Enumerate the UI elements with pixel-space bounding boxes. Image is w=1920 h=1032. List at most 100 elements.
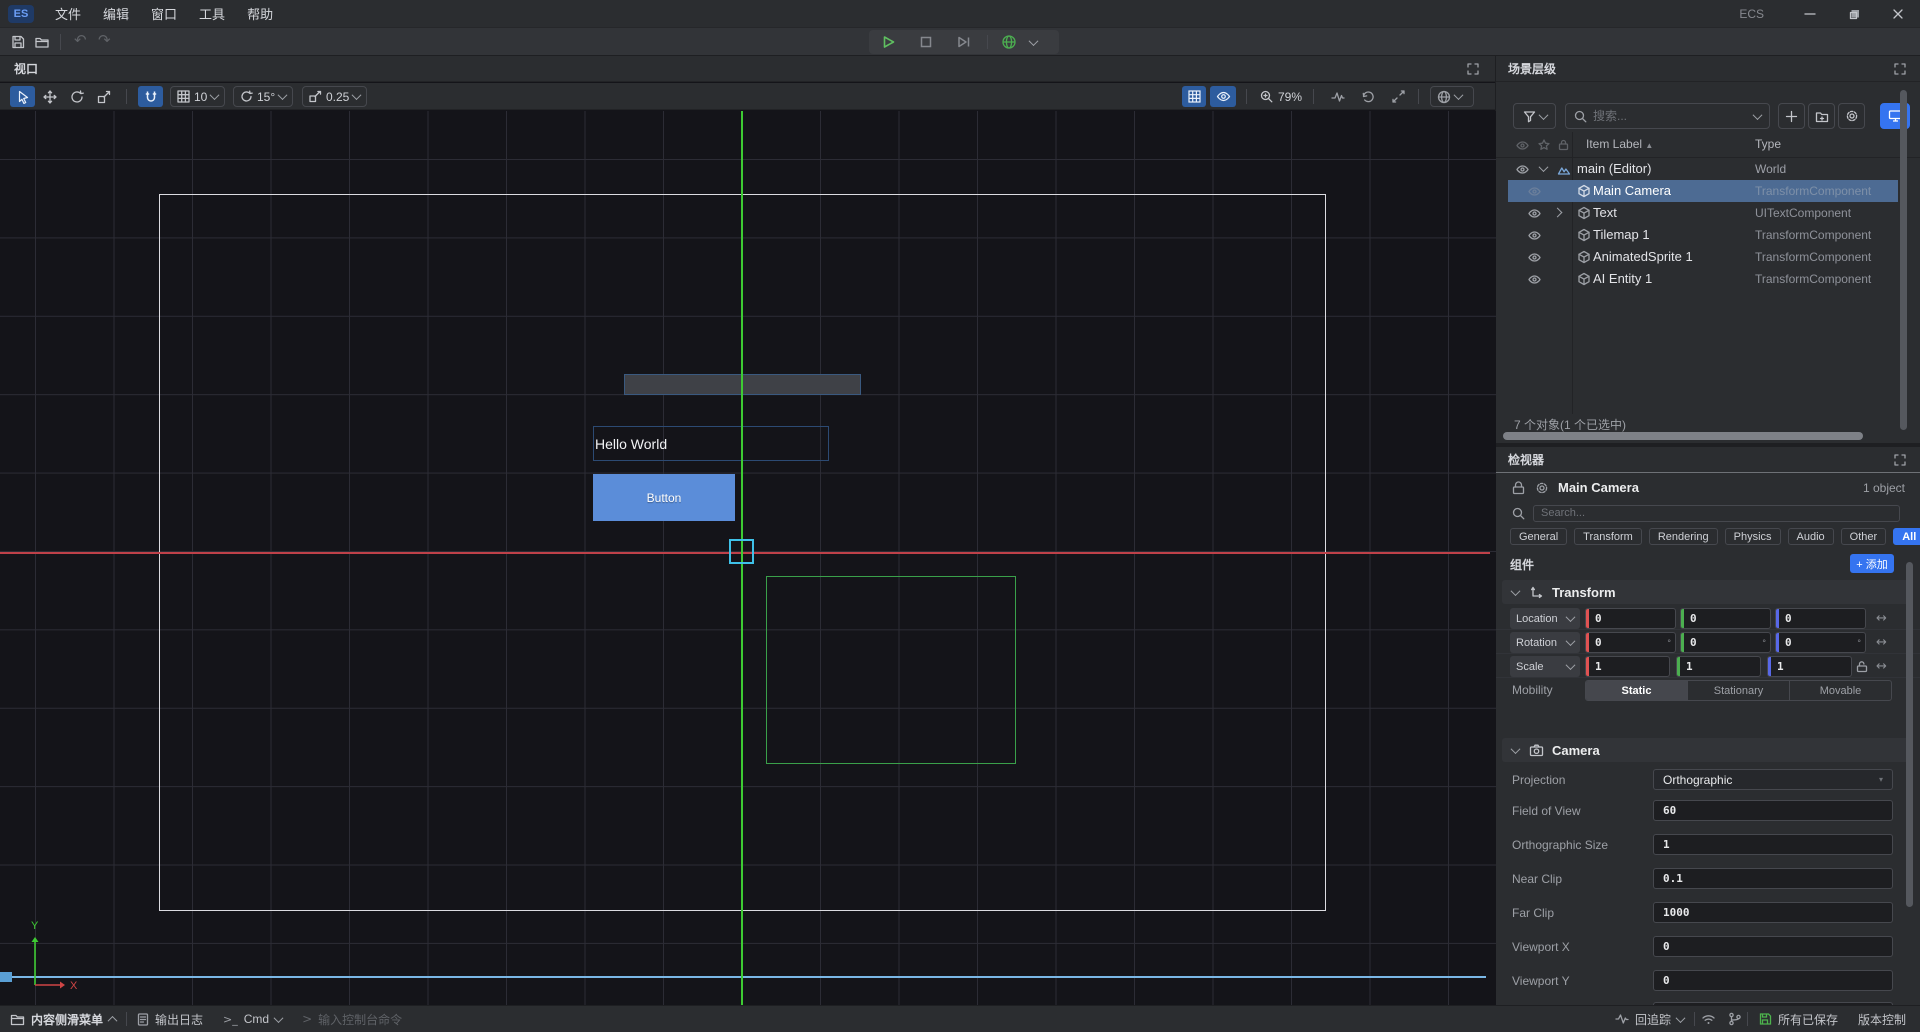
add-component-button[interactable]: + 添加 (1850, 554, 1894, 573)
new-folder-button[interactable] (1808, 103, 1835, 129)
grid-toggle-button[interactable] (1182, 86, 1206, 107)
cmd-dropdown[interactable]: >_ Cmd (213, 1006, 292, 1032)
hierarchy-search-input[interactable] (1593, 109, 1748, 123)
hierarchy-column-header[interactable]: Item Label ▲ Type (1496, 132, 1920, 158)
undo-icon[interactable]: ↶ (74, 31, 90, 47)
tab-transform[interactable]: Transform (1574, 528, 1642, 545)
maximize-button[interactable] (1832, 0, 1876, 28)
rotation-x-field[interactable]: ° (1585, 632, 1676, 653)
uitext-object[interactable]: Hello World (593, 426, 829, 461)
scale-z-field[interactable] (1767, 656, 1852, 677)
hierarchy-row-main[interactable]: main (Editor) World (1496, 158, 1920, 180)
location-mode-dropdown[interactable]: Location (1510, 608, 1580, 629)
hierarchy-row-animatedsprite[interactable]: AnimatedSprite 1 TransformComponent (1496, 246, 1920, 268)
settings-button[interactable] (1838, 103, 1865, 129)
selection-gizmo[interactable] (729, 539, 754, 564)
field-of-view-input[interactable] (1653, 800, 1893, 821)
rotation-mode-dropdown[interactable]: Rotation (1510, 632, 1580, 653)
expand-icon[interactable] (1894, 454, 1906, 466)
location-x-field[interactable] (1585, 608, 1676, 629)
open-folder-icon[interactable] (34, 34, 50, 50)
expand-icon[interactable] (1894, 63, 1906, 75)
inspector-scrollbar[interactable] (1906, 562, 1913, 907)
mobility-movable[interactable]: Movable (1790, 681, 1891, 700)
projection-select[interactable]: Orthographic▾ (1653, 769, 1893, 790)
menu-window[interactable]: 窗口 (140, 0, 188, 28)
menu-file[interactable]: 文件 (44, 0, 92, 28)
entity-bounds-rect[interactable] (766, 576, 1016, 764)
transform-section-header[interactable]: Transform (1502, 580, 1912, 604)
near-clip-input[interactable] (1653, 868, 1893, 889)
console-command-input[interactable]: > 输入控制台命令 (292, 1006, 412, 1032)
chevron-down-icon[interactable] (1029, 36, 1039, 46)
save-icon[interactable] (10, 34, 26, 50)
menu-edit[interactable]: 编辑 (92, 0, 140, 28)
grid-snap-dropdown[interactable]: 10 (170, 86, 225, 107)
visibility-toggle-button[interactable] (1210, 86, 1236, 107)
play-button[interactable] (869, 35, 907, 49)
tab-physics[interactable]: Physics (1725, 528, 1781, 545)
filter-dropdown[interactable] (1513, 103, 1556, 129)
location-z-field[interactable] (1775, 608, 1866, 629)
branch-status-icon[interactable] (1722, 1006, 1747, 1032)
hierarchy-row-ai-entity[interactable]: AI Entity 1 TransformComponent (1496, 268, 1920, 290)
step-button[interactable] (945, 35, 983, 49)
redo-icon[interactable]: ↷ (98, 31, 114, 47)
rotation-z-field[interactable]: ° (1775, 632, 1866, 653)
scale-mode-dropdown[interactable]: Scale (1510, 656, 1580, 677)
tab-rendering[interactable]: Rendering (1649, 528, 1718, 545)
camera-section-header[interactable]: Camera (1502, 738, 1912, 762)
app-logo[interactable]: ES (8, 5, 34, 23)
content-drawer-button[interactable]: 内容侧滑菜单 (0, 1006, 126, 1032)
menu-tools[interactable]: 工具 (188, 0, 236, 28)
scale-y-field[interactable] (1676, 656, 1761, 677)
mobility-stationary[interactable]: Stationary (1688, 681, 1790, 700)
scale-snap-dropdown[interactable]: 0.25 (302, 86, 367, 107)
viewport-x-input[interactable] (1653, 936, 1893, 957)
hierarchy-row-tilemap[interactable]: Tilemap 1 TransformComponent (1496, 224, 1920, 246)
location-y-field[interactable] (1680, 608, 1771, 629)
stats-icon[interactable] (1326, 86, 1350, 107)
stop-button[interactable] (907, 36, 945, 48)
far-clip-input[interactable] (1653, 902, 1893, 923)
link-axes-icon[interactable]: ↔ (1876, 611, 1887, 626)
tab-all[interactable]: All (1893, 528, 1920, 545)
save-status[interactable]: 所有已保存 (1748, 1006, 1848, 1032)
zoom-level[interactable]: 79% (1256, 86, 1306, 107)
horizontal-scrollbar[interactable] (1503, 432, 1863, 440)
scale-tool-button[interactable] (92, 86, 116, 107)
mobility-static[interactable]: Static (1586, 681, 1688, 700)
output-log-button[interactable]: 输出日志 (127, 1006, 213, 1032)
fullscreen-icon[interactable] (1386, 86, 1410, 107)
select-tool-button[interactable] (10, 86, 35, 107)
snap-tool-button[interactable] (138, 86, 163, 107)
uibutton-object[interactable]: Button (593, 474, 735, 521)
minimize-button[interactable] (1788, 0, 1832, 28)
menu-help[interactable]: 帮助 (236, 0, 284, 28)
inspector-search-input[interactable] (1533, 505, 1900, 522)
version-control-button[interactable]: 版本控制 (1848, 1006, 1916, 1032)
hierarchy-row-text[interactable]: Text UITextComponent (1496, 202, 1920, 224)
network-status-icon[interactable] (1695, 1006, 1722, 1032)
add-entity-button[interactable] (1778, 103, 1805, 129)
tab-general[interactable]: General (1510, 528, 1567, 545)
move-tool-button[interactable] (38, 86, 62, 107)
rotate-tool-button[interactable] (65, 86, 89, 107)
orthographic-size-input[interactable] (1653, 834, 1893, 855)
vertical-scrollbar[interactable] (1900, 90, 1907, 430)
rotate-snap-dropdown[interactable]: 15° (233, 86, 293, 107)
viewport-y-input[interactable] (1653, 970, 1893, 991)
close-button[interactable] (1876, 0, 1920, 28)
link-axes-icon[interactable]: ↔ (1876, 659, 1887, 674)
hierarchy-row-main-camera[interactable]: Main Camera TransformComponent (1508, 180, 1898, 202)
expand-icon[interactable] (1467, 63, 1479, 75)
scene-canvas[interactable]: Hello World Button Y X (0, 111, 1496, 1005)
reset-view-icon[interactable] (1356, 86, 1380, 107)
scale-x-field[interactable] (1585, 656, 1670, 677)
rotation-y-field[interactable]: ° (1680, 632, 1771, 653)
world-globe-icon[interactable] (992, 34, 1026, 50)
viewport-globe-dropdown[interactable] (1430, 86, 1474, 107)
tab-other[interactable]: Other (1841, 528, 1887, 545)
tab-audio[interactable]: Audio (1788, 528, 1834, 545)
hierarchy-search[interactable] (1565, 103, 1770, 129)
